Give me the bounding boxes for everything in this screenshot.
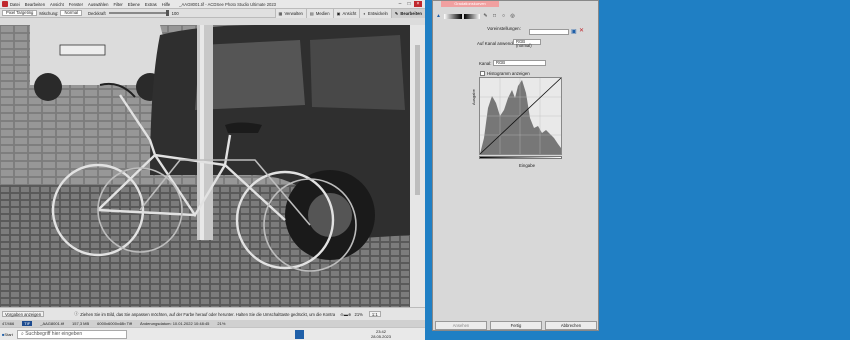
reset-button[interactable]: Ansehen (435, 321, 487, 330)
pointer-icon[interactable]: ▲ (435, 13, 442, 20)
mode-medien[interactable]: ▤ Medien (305, 9, 333, 18)
status-dimensions: 6000x6000x48b Tiff (97, 321, 132, 326)
eyedropper-icon[interactable]: ✎ (482, 13, 489, 20)
media-icon: ▤ (309, 11, 314, 16)
status-zoom: 21% (217, 321, 226, 326)
photo-bicycles (0, 25, 410, 307)
status-filename: _AAG8001.tif (40, 321, 65, 326)
window-title: _AAG8001.tif - ACDSee Photo Studio Ultim… (179, 1, 277, 7)
mode-ansicht[interactable]: ▣ Ansicht (332, 9, 360, 18)
bottom-bar: Vorgaben anzeigen ⓘ Ziehen Sie im Bild, … (0, 307, 425, 320)
white-gradient-icon[interactable] (444, 13, 462, 19)
search-placeholder: Suchbegriff hier eingeben (25, 331, 83, 337)
menu-hilfe[interactable]: Hilfe (162, 2, 170, 7)
histogram-checkbox[interactable] (480, 71, 485, 76)
menu-ansicht[interactable]: Ansicht (50, 2, 64, 7)
channel-select[interactable]: RGB (493, 60, 546, 66)
target-icon[interactable]: ◎ (509, 13, 516, 20)
zoom-value[interactable]: 21% (355, 312, 363, 317)
dialog-footer: Ansehen Fertig Abbrechen (433, 320, 598, 332)
opacity-slider[interactable] (108, 10, 169, 16)
histogram-label: Histogramm anzeigen (487, 71, 530, 76)
image-canvas[interactable] (0, 25, 410, 307)
status-format-badge: TIF (22, 321, 33, 326)
curve-editor[interactable] (479, 77, 562, 161)
left-monitor: Datei Bearbeiten Ansicht Fenster Auswähl… (0, 0, 425, 340)
delete-preset-icon[interactable]: ✕ (579, 27, 584, 34)
dialog-tools: ▲ ✎ □ ○ ◎ (433, 11, 598, 21)
menu-datei[interactable]: Datei (10, 2, 20, 7)
mode-verwalten-label: Verwalten (284, 11, 303, 16)
status-modified: Änderungsdatum: 10.01.2022 10:48:45 (140, 321, 210, 326)
blend-label: Mischung: (39, 10, 59, 16)
curve-graph[interactable] (479, 77, 562, 155)
menu-auswaehlen[interactable]: Auswählen (88, 2, 109, 7)
menu-ebene[interactable]: Ebene (128, 2, 140, 7)
mode-tabs: ▦ Verwalten ▤ Medien ▣ Ansicht ◐ Entwickeln … (274, 0, 425, 18)
y-axis-label: Ausgabe (471, 89, 476, 105)
taskbar-clock: 23:42 28.05.2023 (371, 329, 391, 339)
curves-dialog: Gradationskurven ▲ ✎ □ ○ ◎ Voreinstellun… (432, 0, 599, 331)
mode-verwalten[interactable]: ▦ Verwalten (274, 9, 306, 18)
search-icon: ⌕ (21, 331, 24, 337)
menu-bearbeiten[interactable]: Bearbeiten (25, 2, 45, 7)
actual-size-button[interactable]: 1:1 (368, 311, 381, 317)
x-axis-label: Eingabe (519, 163, 536, 168)
cancel-button[interactable]: Abbrechen (545, 321, 597, 330)
start-button[interactable]: ■ Start (2, 330, 14, 339)
mode-bearbeiten-label: Bearbeiten (400, 11, 422, 16)
dialog-title: Gradationskurven (441, 1, 499, 7)
develop-icon: ◐ (363, 11, 366, 16)
mode-bearbeiten[interactable]: ✎ Bearbeiten (390, 9, 425, 18)
mode-medien-label: Medien (315, 11, 330, 16)
menu-filter[interactable]: Filter (113, 2, 122, 7)
save-preset-icon[interactable]: ▣ (571, 28, 577, 35)
circle-icon[interactable]: ○ (500, 13, 507, 20)
taskbar-search-input[interactable]: ⌕ Suchbegriff hier eingeben (17, 329, 127, 339)
mode-ansicht-label: Ansicht (342, 11, 357, 16)
dialog-title-bar: Gradationskurven (433, 1, 598, 7)
histogram-curve (479, 77, 562, 155)
info-icon: ⓘ (74, 311, 79, 316)
opacity-label: Deckkraft (87, 10, 106, 16)
apply-channel-select[interactable]: RGB (normal) (513, 39, 541, 48)
mode-entwickeln[interactable]: ◐ Entwickeln (359, 9, 391, 18)
manage-icon: ▦ (278, 11, 283, 16)
status-bar: 47/466 TIF _AAG8001.tif 157,3 MB 6000x60… (0, 320, 425, 327)
opacity-value: 100 (171, 10, 179, 16)
black-gradient-icon[interactable] (464, 13, 480, 19)
mode-entwickeln-label: Entwickeln (367, 11, 388, 16)
preset-label: Voreinstellungen: (487, 26, 521, 31)
edit-icon: ✎ (394, 11, 399, 16)
zoom-slider-icon[interactable]: ⊖▬⊕ (340, 312, 351, 317)
input-gradient (479, 156, 562, 159)
channel-label: Kanal: (479, 61, 492, 66)
clock-date: 28.05.2023 (370, 334, 391, 339)
view-icon: ▣ (336, 11, 341, 16)
done-button[interactable]: Fertig (490, 321, 542, 330)
status-index: 47/466 (2, 321, 15, 326)
square-icon[interactable]: □ (491, 13, 498, 20)
vertical-scrollbar[interactable] (410, 25, 425, 307)
show-presets-button[interactable]: Vorgaben anzeigen (2, 311, 45, 317)
blend-select[interactable]: Normal (60, 10, 82, 16)
acdsee-taskbar-icon[interactable] (295, 329, 304, 339)
menu-extras[interactable]: Extras (145, 2, 157, 7)
start-label: Start (4, 331, 13, 337)
status-size: 157,3 MB (72, 321, 90, 326)
taskbar: ■ Start ⌕ Suchbegriff hier eingeben 23:42… (0, 327, 425, 340)
app-logo-icon (2, 1, 8, 7)
preset-select[interactable] (529, 29, 569, 35)
menu-fenster[interactable]: Fenster (69, 2, 83, 7)
pixel-targeting-button[interactable]: Pixel Targeting (2, 10, 38, 16)
hint-text: Ziehen Sie im Bild, das Sie anpassen möc… (80, 311, 336, 317)
